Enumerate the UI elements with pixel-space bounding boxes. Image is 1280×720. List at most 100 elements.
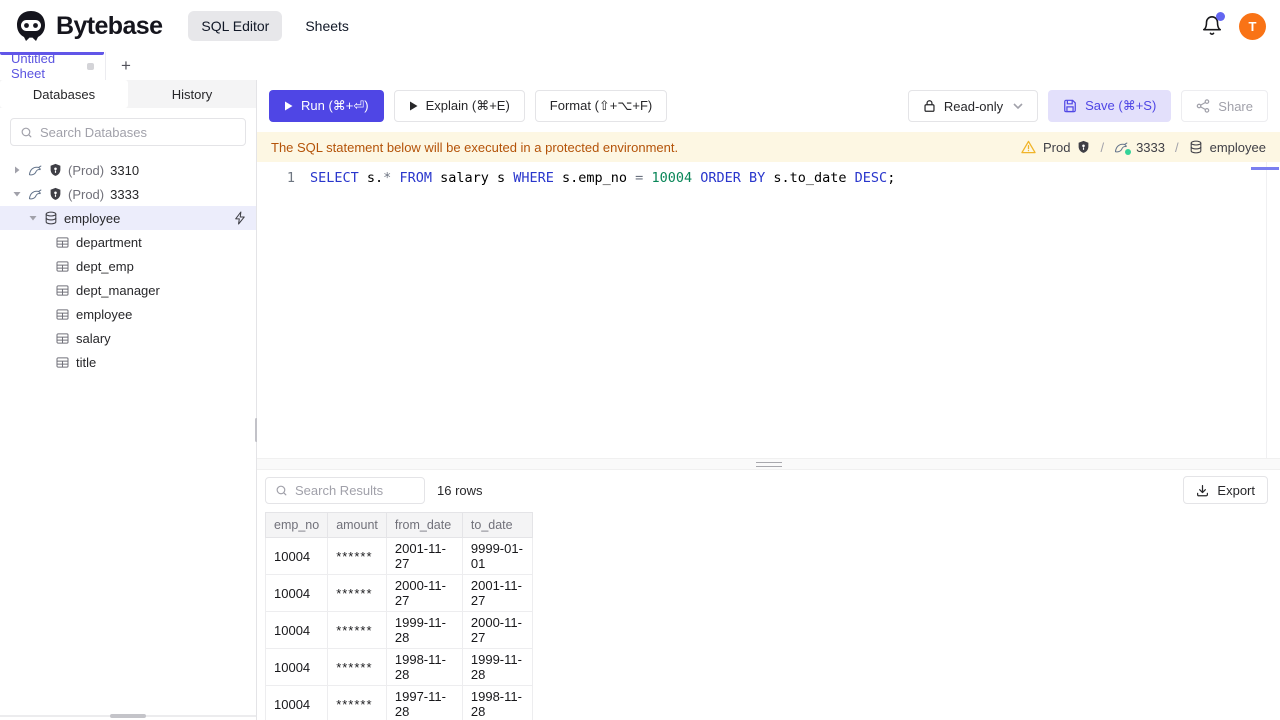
results-table: emp_no amount from_date to_date 10004 **… <box>265 512 533 720</box>
tree-database-employee[interactable]: employee <box>0 206 256 230</box>
protected-environment-banner: The SQL statement below will be executed… <box>257 132 1280 162</box>
nav-sheets[interactable]: Sheets <box>292 11 362 41</box>
sql-token: FROM <box>399 170 432 186</box>
table-row: 10004 ****** 1997-11-28 1998-11-28 <box>265 685 533 720</box>
cell-emp-no: 10004 <box>265 611 329 649</box>
cell-amount: ****** <box>327 574 387 612</box>
cell-from-date: 1999-11-28 <box>385 611 463 649</box>
sidebar-search <box>10 118 246 146</box>
caret-down-icon[interactable] <box>12 190 22 198</box>
sql-code-line[interactable]: SELECT s.* FROM salary s WHERE s.emp_no … <box>295 169 895 458</box>
connection-breadcrumb: Prod / 3333 / employee <box>1021 140 1266 155</box>
instance-breadcrumb-label[interactable]: 3333 <box>1136 140 1165 155</box>
cell-from-date: 1997-11-28 <box>385 685 463 720</box>
play-icon <box>409 101 418 111</box>
panel-resize-divider[interactable] <box>257 458 1280 470</box>
results-search-box <box>265 476 425 504</box>
sql-token: SELECT <box>310 170 359 186</box>
add-sheet-button[interactable]: + <box>106 52 146 80</box>
search-results-input[interactable] <box>295 482 415 498</box>
tree-table-item[interactable]: salary <box>0 326 256 350</box>
notification-bell-icon[interactable] <box>1201 12 1225 37</box>
table-row: 10004 ****** 2000-11-27 2001-11-27 <box>265 574 533 612</box>
sidebar-hscrollbar-thumb[interactable] <box>110 714 146 718</box>
sheet-tabstrip: Untitled Sheet + <box>0 51 1280 81</box>
instance-id-label: 3333 <box>110 186 140 202</box>
mysql-icon <box>1114 141 1132 155</box>
cell-emp-no: 10004 <box>265 537 329 575</box>
chevron-down-icon <box>1013 103 1023 109</box>
cell-to-date: 1998-11-28 <box>461 685 533 720</box>
sidebar: Databases History Search Databases (Prod… <box>0 80 258 720</box>
tree-table-item[interactable]: title <box>0 350 256 374</box>
run-button[interactable]: Run (⌘+⏎) <box>269 90 384 122</box>
nav-sql-editor[interactable]: SQL Editor <box>188 11 283 41</box>
format-button[interactable]: Format (⇧+⌥+F) <box>534 90 668 122</box>
tree-table-item[interactable]: dept_emp <box>0 254 256 278</box>
instance-env-label: (Prod) <box>68 162 105 178</box>
tree-instance-3333[interactable]: (Prod) 3333 <box>0 182 256 206</box>
cell-from-date: 1998-11-28 <box>385 648 463 686</box>
sql-token: s.to_date <box>765 170 855 186</box>
tree-table-item[interactable]: department <box>0 230 256 254</box>
table-name-label: title <box>76 354 97 370</box>
database-icon <box>44 211 58 225</box>
tab-databases[interactable]: Databases <box>0 80 128 108</box>
share-button-label: Share <box>1218 98 1253 114</box>
avatar[interactable]: T <box>1239 12 1266 40</box>
export-button[interactable]: Export <box>1183 476 1268 504</box>
caret-right-icon[interactable] <box>12 166 22 174</box>
table-row: 10004 ****** 2001-11-27 9999-01-01 <box>265 537 533 575</box>
database-name-label: employee <box>64 210 121 226</box>
save-icon <box>1063 99 1077 113</box>
search-icon <box>20 126 33 139</box>
shield-icon <box>49 163 62 177</box>
tree-table-item[interactable]: dept_manager <box>0 278 256 302</box>
share-icon <box>1196 99 1210 113</box>
table-row: 10004 ****** 1998-11-28 1999-11-28 <box>265 648 533 686</box>
cell-amount: ****** <box>327 685 387 720</box>
sql-token: ; <box>887 170 896 186</box>
database-breadcrumb-label[interactable]: employee <box>1210 140 1266 155</box>
sql-editor[interactable]: 1 SELECT s.* FROM salary s WHERE s.emp_n… <box>257 162 1280 458</box>
readonly-mode-dropdown[interactable]: Read-only <box>907 90 1039 122</box>
save-button[interactable]: Save (⌘+S) <box>1048 90 1172 122</box>
overview-ruler-mark <box>1251 167 1279 170</box>
explain-button-label: Explain (⌘+E) <box>425 98 510 113</box>
download-icon <box>1196 484 1209 497</box>
sql-token: WHERE <box>513 170 554 186</box>
sheet-tab-untitled[interactable]: Untitled Sheet <box>0 51 106 81</box>
topbar-right: T <box>1201 12 1266 40</box>
column-header-from-date[interactable]: from_date <box>385 512 463 538</box>
results-toolbar: 16 rows Export <box>265 470 1268 512</box>
search-databases-input[interactable] <box>40 124 236 140</box>
caret-down-icon[interactable] <box>28 214 38 222</box>
column-header-to-date[interactable]: to_date <box>461 512 533 538</box>
cell-to-date: 9999-01-01 <box>461 537 533 575</box>
sql-token: DESC <box>854 170 888 186</box>
warning-triangle-icon <box>1021 140 1036 154</box>
results-table-wrap: emp_no amount from_date to_date 10004 **… <box>265 512 1268 720</box>
banner-message: The SQL statement below will be executed… <box>271 139 679 155</box>
sidebar-tabs: Databases History <box>0 80 256 108</box>
tree-instance-3310[interactable]: (Prod) 3310 <box>0 158 256 182</box>
editor-scrollbar-track <box>1266 162 1267 458</box>
table-name-label: salary <box>76 330 111 346</box>
sql-token: salary s <box>431 170 514 186</box>
column-header-amount[interactable]: amount <box>327 512 387 538</box>
share-button[interactable]: Share <box>1181 90 1268 122</box>
export-button-label: Export <box>1217 482 1255 498</box>
workspace: Databases History Search Databases (Prod… <box>0 80 1280 720</box>
tab-history[interactable]: History <box>128 80 256 108</box>
tree-table-item[interactable]: employee <box>0 302 256 326</box>
divider-grip-icon <box>755 461 782 467</box>
cell-emp-no: 10004 <box>265 685 329 720</box>
brand[interactable]: Bytebase <box>14 9 163 43</box>
column-header-emp-no[interactable]: emp_no <box>265 512 329 538</box>
instance-env-label: (Prod) <box>68 186 105 202</box>
lightning-icon[interactable] <box>234 211 246 225</box>
topbar: Bytebase SQL Editor Sheets T <box>0 0 1280 52</box>
explain-button[interactable]: Explain (⌘+E) <box>393 90 525 122</box>
table-row: 10004 ****** 1999-11-28 2000-11-27 <box>265 611 533 649</box>
play-icon <box>285 101 293 111</box>
